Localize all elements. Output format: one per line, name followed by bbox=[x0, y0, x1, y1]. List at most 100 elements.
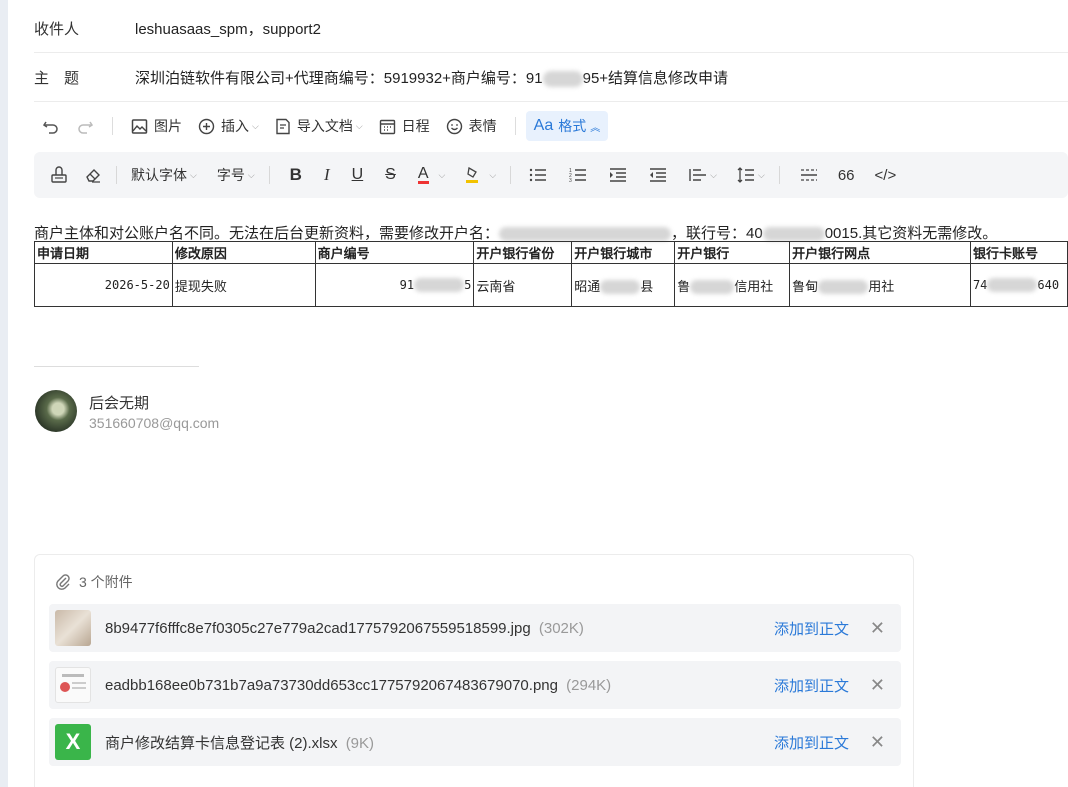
chevron-down-icon: ⌵ bbox=[252, 120, 259, 131]
line-height-button[interactable]: ⌵ bbox=[729, 160, 773, 190]
body-text-end: 0015.其它资料无需修改。 bbox=[824, 225, 998, 242]
bold-icon: B bbox=[289, 165, 302, 184]
font-color-button[interactable]: A ⌵ bbox=[410, 160, 454, 190]
subject-text-start: 深圳泊链软件有限公司+代理商编号：5919932+商户编号：91 bbox=[135, 70, 543, 87]
align-button[interactable]: ⌵ bbox=[681, 160, 725, 190]
table-header-cell: 商户编号 bbox=[314, 241, 475, 264]
recipients-row[interactable]: 收件人 leshuasaas_spm，support2 bbox=[34, 5, 1068, 53]
subject-row[interactable]: 主 题 深圳泊链软件有限公司+代理商编号：5919932+商户编号：91 95+结… bbox=[34, 54, 1068, 102]
toolbar-divider bbox=[112, 117, 113, 135]
recipients-value[interactable]: leshuasaas_spm，support2 bbox=[135, 18, 321, 39]
table-header-cell: 开户银行网点 bbox=[789, 241, 971, 264]
file-size: (9K) bbox=[345, 734, 375, 752]
editor-toolbar: 图片 插入 ⌵ 导入文档 ⌵ 日程 表情 Aa 格式 ︽ bbox=[34, 108, 609, 144]
undo-icon bbox=[42, 121, 58, 134]
file-size: (294K) bbox=[566, 676, 612, 694]
merchant-info-table: 申请日期 修改原因 商户编号 开户银行省份 开户银行城市 开户银行 开户银行网点… bbox=[34, 241, 1068, 307]
redacted-block bbox=[542, 71, 583, 88]
calendar-button[interactable]: 日程 bbox=[371, 111, 438, 141]
toolbar-divider bbox=[268, 166, 270, 184]
redacted-block bbox=[499, 227, 672, 242]
cell-city: 昭通 县 bbox=[571, 263, 676, 307]
body-text-start: 商户主体和对公账户名不同。无法在后台更新资料，需要修改开户名： bbox=[34, 225, 500, 242]
import-doc-label: 导入文档 bbox=[296, 118, 353, 134]
underline-icon: U bbox=[351, 166, 364, 183]
cell-merchant-no: 91 5 bbox=[314, 263, 475, 307]
font-family-select[interactable]: 默认字体 ⌵ bbox=[123, 160, 205, 190]
attachment-item[interactable]: X 商户修改结算卡信息登记表 (2).xlsx (9K) 添加到正文 ✕ bbox=[49, 718, 901, 766]
strikethrough-icon: S bbox=[385, 166, 396, 183]
line-height-icon bbox=[737, 167, 754, 183]
underline-button[interactable]: U bbox=[344, 160, 372, 190]
font-color-icon: A bbox=[417, 165, 429, 184]
divider-line-button[interactable] bbox=[792, 160, 826, 190]
attachments-panel: 3 个附件 8b9477f6fffc8e7f0305c27e779a2cad17… bbox=[34, 554, 914, 787]
quote-button[interactable]: 66 bbox=[830, 160, 863, 190]
highlighter-icon bbox=[465, 166, 479, 184]
table-header-cell: 修改原因 bbox=[171, 241, 316, 264]
numbered-list-icon: 123 bbox=[569, 168, 587, 183]
numbered-list-button[interactable]: 123 bbox=[561, 160, 595, 190]
close-icon[interactable]: ✕ bbox=[870, 618, 885, 639]
format-button[interactable]: Aa 格式 ︽ bbox=[525, 111, 609, 141]
calendar-label: 日程 bbox=[401, 118, 430, 134]
font-size-select[interactable]: 字号 ⌵ bbox=[209, 160, 263, 190]
import-doc-button[interactable]: 导入文档 ⌵ bbox=[267, 111, 371, 141]
clear-format-button[interactable] bbox=[76, 160, 110, 190]
attachment-item[interactable]: 8b9477f6fffc8e7f0305c27e779a2cad17757920… bbox=[49, 604, 901, 652]
font-family-label: 默认字体 bbox=[131, 167, 187, 183]
emoji-button[interactable]: 表情 bbox=[438, 111, 505, 141]
undo-button[interactable] bbox=[34, 111, 68, 141]
format-painter-button[interactable] bbox=[42, 160, 76, 190]
svg-text:3: 3 bbox=[569, 178, 572, 183]
image-label: 图片 bbox=[154, 118, 182, 134]
smiley-icon bbox=[446, 118, 463, 135]
attachment-item[interactable]: eadbb168ee0b731b7a9a73730dd653cc17757920… bbox=[49, 661, 901, 709]
left-panel-edge bbox=[0, 0, 8, 787]
redacted-block bbox=[987, 278, 1038, 293]
italic-button[interactable]: I bbox=[316, 160, 338, 190]
close-icon[interactable]: ✕ bbox=[870, 732, 885, 753]
align-icon bbox=[689, 169, 707, 181]
file-name: 商户修改结算卡信息登记表 (2).xlsx bbox=[105, 734, 338, 752]
highlight-button[interactable]: ⌵ bbox=[457, 160, 504, 190]
redo-icon bbox=[78, 121, 94, 134]
redacted-block bbox=[600, 280, 641, 295]
cell-bank: 鲁 信用社 bbox=[674, 263, 791, 307]
bullet-list-button[interactable] bbox=[521, 160, 555, 190]
toolbar-divider bbox=[778, 166, 780, 184]
add-to-body-link[interactable]: 添加到正文 bbox=[774, 675, 849, 696]
indent-button[interactable] bbox=[601, 160, 635, 190]
cell-card-no: 74 640 bbox=[969, 263, 1068, 307]
outdent-button[interactable] bbox=[641, 160, 675, 190]
add-to-body-link[interactable]: 添加到正文 bbox=[774, 732, 849, 753]
subject-value[interactable]: 深圳泊链软件有限公司+代理商编号：5919932+商户编号：91 95+结算信息修… bbox=[135, 67, 728, 88]
merchant-no-end: 5 bbox=[464, 277, 472, 292]
body-text-middle: ，联行号：40 bbox=[671, 225, 763, 242]
attachment-name: 8b9477f6fffc8e7f0305c27e779a2cad17757920… bbox=[105, 620, 584, 637]
code-button[interactable]: </> bbox=[867, 160, 905, 190]
email-body-paragraph[interactable]: 商户主体和对公账户名不同。无法在后台更新资料，需要修改开户名： ，联行号：40 00… bbox=[34, 222, 997, 243]
subject-label: 主 题 bbox=[34, 70, 80, 87]
city-end: 县 bbox=[640, 278, 654, 294]
branch-end: 用社 bbox=[868, 278, 895, 294]
close-icon[interactable]: ✕ bbox=[870, 675, 885, 696]
chevron-down-icon: ⌵ bbox=[190, 169, 197, 180]
toolbar-divider bbox=[514, 117, 516, 135]
image-thumbnail bbox=[55, 610, 91, 646]
insert-button[interactable]: 插入 ⌵ bbox=[190, 111, 267, 141]
attachment-name: 商户修改结算卡信息登记表 (2).xlsx (9K) bbox=[105, 732, 374, 753]
bold-button[interactable]: B bbox=[282, 160, 310, 190]
bank-end: 信用社 bbox=[734, 278, 774, 294]
add-to-body-link[interactable]: 添加到正文 bbox=[774, 618, 849, 639]
chevron-up-icon: ︽ bbox=[590, 122, 601, 134]
table-header-cell: 开户银行 bbox=[674, 241, 791, 264]
avatar bbox=[35, 390, 77, 432]
attachment-name: eadbb168ee0b731b7a9a73730dd653cc17757920… bbox=[105, 677, 611, 694]
redo-button[interactable] bbox=[68, 111, 102, 141]
signature-email: 351660708@qq.com bbox=[89, 415, 220, 431]
redacted-block bbox=[762, 227, 825, 242]
calendar-icon bbox=[379, 118, 396, 135]
image-button[interactable]: 图片 bbox=[123, 111, 190, 141]
strikethrough-button[interactable]: S bbox=[377, 160, 404, 190]
